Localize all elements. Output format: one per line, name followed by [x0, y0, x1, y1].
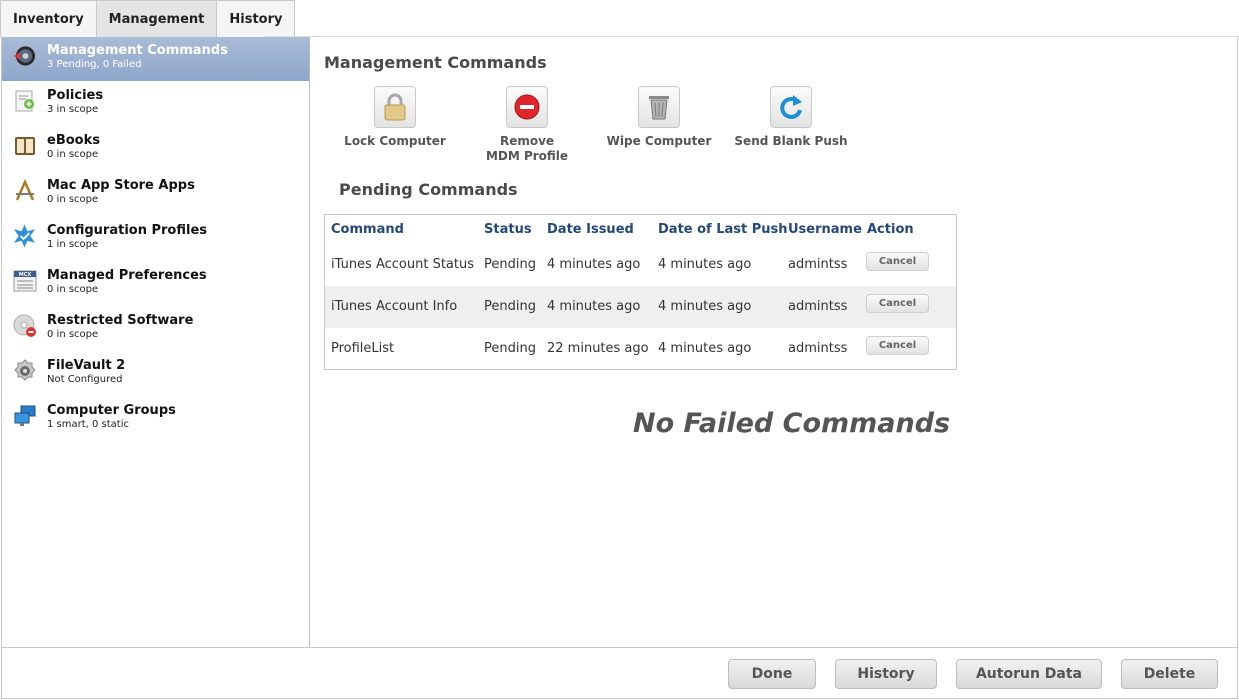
pending-commands-table: Command Status Date Issued Date of Last …	[324, 214, 957, 370]
sidebar-item-title: Configuration Profiles	[47, 223, 208, 238]
cell-status: Pending	[484, 257, 536, 272]
cell-date-issued: 22 minutes ago	[547, 341, 649, 356]
cell-date-last-push: 4 minutes ago	[658, 341, 752, 356]
filevault-icon	[12, 358, 37, 383]
sidebar-item-subtitle: Not Configured	[47, 374, 123, 385]
cell-username: admintss	[788, 299, 848, 314]
ebooks-icon	[12, 133, 37, 158]
cell-username: admintss	[788, 257, 848, 272]
delete-button[interactable]: Delete	[1121, 659, 1218, 689]
cell-date-last-push: 4 minutes ago	[658, 299, 752, 314]
sidebar-item-restricted-software[interactable]: Restricted Software 0 in scope	[2, 307, 309, 351]
management-commands-icon	[12, 43, 37, 68]
tab-inventory[interactable]: Inventory	[0, 0, 97, 37]
sidebar-item-ebooks[interactable]: eBooks 0 in scope	[2, 127, 309, 171]
svg-text:MCX: MCX	[18, 272, 31, 278]
app-store-icon	[12, 178, 37, 203]
sidebar-item-subtitle: 0 in scope	[47, 149, 99, 160]
sidebar-item-title: Restricted Software	[47, 313, 194, 328]
cell-command: ProfileList	[331, 341, 395, 356]
sidebar-item-subtitle: 1 in scope	[47, 239, 99, 250]
cell-date-issued: 4 minutes ago	[547, 299, 641, 314]
no-failed-commands-message: No Failed Commands	[633, 408, 951, 439]
remove-mdm-profile-label: Remove MDM Profile	[485, 134, 569, 163]
wipe-computer-label: Wipe Computer	[606, 134, 712, 148]
lock-icon	[374, 86, 416, 128]
cancel-button[interactable]: Cancel	[866, 252, 929, 271]
cell-status: Pending	[484, 299, 536, 314]
sidebar-item-title: Managed Preferences	[47, 268, 207, 283]
computer-groups-icon	[12, 403, 37, 428]
cell-status: Pending	[484, 341, 536, 356]
sidebar-item-computer-groups[interactable]: Computer Groups 1 smart, 0 static	[2, 397, 309, 441]
sidebar-item-title: Policies	[47, 88, 104, 103]
sidebar-item-subtitle: 0 in scope	[47, 329, 99, 340]
sidebar-item-title: Computer Groups	[47, 403, 176, 418]
tab-history[interactable]: History	[217, 0, 296, 37]
sidebar-item-configuration-profiles[interactable]: Configuration Profiles 1 in scope	[2, 217, 309, 261]
history-button[interactable]: History	[835, 659, 937, 689]
sidebar-item-subtitle: 0 in scope	[47, 284, 99, 295]
sidebar-item-title: Management Commands	[47, 43, 228, 58]
sidebar-item-policies[interactable]: Policies 3 in scope	[2, 82, 309, 126]
restricted-software-icon	[12, 313, 37, 338]
autorun-data-button[interactable]: Autorun Data	[956, 659, 1102, 689]
remove-icon	[506, 86, 548, 128]
cell-username: admintss	[788, 341, 848, 356]
tab-management[interactable]: Management	[96, 0, 218, 37]
sidebar-item-subtitle: 3 Pending, 0 Failed	[47, 59, 142, 70]
column-header-username[interactable]: Username	[788, 222, 862, 237]
mcx-icon: MCX	[12, 268, 37, 293]
column-header-action[interactable]: Action	[867, 222, 914, 237]
column-header-status[interactable]: Status	[484, 222, 532, 237]
cancel-button[interactable]: Cancel	[866, 294, 929, 313]
policies-icon	[12, 88, 37, 113]
sidebar-item-title: eBooks	[47, 133, 100, 148]
send-blank-push-label: Send Blank Push	[734, 134, 848, 148]
configuration-profiles-icon	[12, 223, 37, 248]
sidebar-item-subtitle: 1 smart, 0 static	[47, 419, 130, 430]
lock-computer-button[interactable]: Lock Computer	[330, 86, 460, 149]
pending-commands-heading: Pending Commands	[339, 180, 518, 199]
cell-command: iTunes Account Status	[331, 257, 475, 272]
done-button[interactable]: Done	[728, 659, 816, 689]
table-header: Command Status Date Issued Date of Last …	[325, 215, 956, 243]
trash-icon	[638, 86, 680, 128]
cell-command: iTunes Account Info	[331, 299, 458, 314]
sidebar-item-managed-preferences[interactable]: MCX Managed Preferences 0 in scope	[2, 262, 309, 306]
refresh-icon	[770, 86, 812, 128]
sidebar-item-title: Mac App Store Apps	[47, 178, 195, 193]
sidebar-item-management-commands[interactable]: Management Commands 3 Pending, 0 Failed	[2, 37, 309, 81]
sidebar-item-title: FileVault 2	[47, 358, 126, 373]
tab-bar: Inventory Management History	[0, 0, 296, 37]
footer-divider	[2, 647, 1238, 648]
page-title: Management Commands	[324, 53, 547, 72]
table-row: iTunes Account Info Pending 4 minutes ag…	[325, 286, 956, 328]
cell-date-issued: 4 minutes ago	[547, 257, 641, 272]
column-header-command[interactable]: Command	[331, 222, 404, 237]
sidebar-item-filevault-2[interactable]: FileVault 2 Not Configured	[2, 352, 309, 396]
cancel-button[interactable]: Cancel	[866, 336, 929, 355]
column-header-date-issued[interactable]: Date Issued	[547, 222, 634, 237]
remove-mdm-profile-button[interactable]: Remove MDM Profile	[462, 86, 592, 164]
sidebar-item-subtitle: 0 in scope	[47, 194, 99, 205]
table-row: ProfileList Pending 22 minutes ago 4 min…	[325, 328, 956, 370]
lock-computer-label: Lock Computer	[344, 134, 446, 148]
send-blank-push-button[interactable]: Send Blank Push	[726, 86, 856, 149]
sidebar-item-mac-app-store-apps[interactable]: Mac App Store Apps 0 in scope	[2, 172, 309, 216]
sidebar-item-subtitle: 3 in scope	[47, 104, 99, 115]
sidebar: Management Commands 3 Pending, 0 Failed …	[2, 37, 310, 647]
wipe-computer-button[interactable]: Wipe Computer	[594, 86, 724, 149]
cell-date-last-push: 4 minutes ago	[658, 257, 752, 272]
column-header-date-of-last-push[interactable]: Date of Last Push	[658, 222, 788, 237]
table-row: iTunes Account Status Pending 4 minutes …	[325, 244, 956, 286]
